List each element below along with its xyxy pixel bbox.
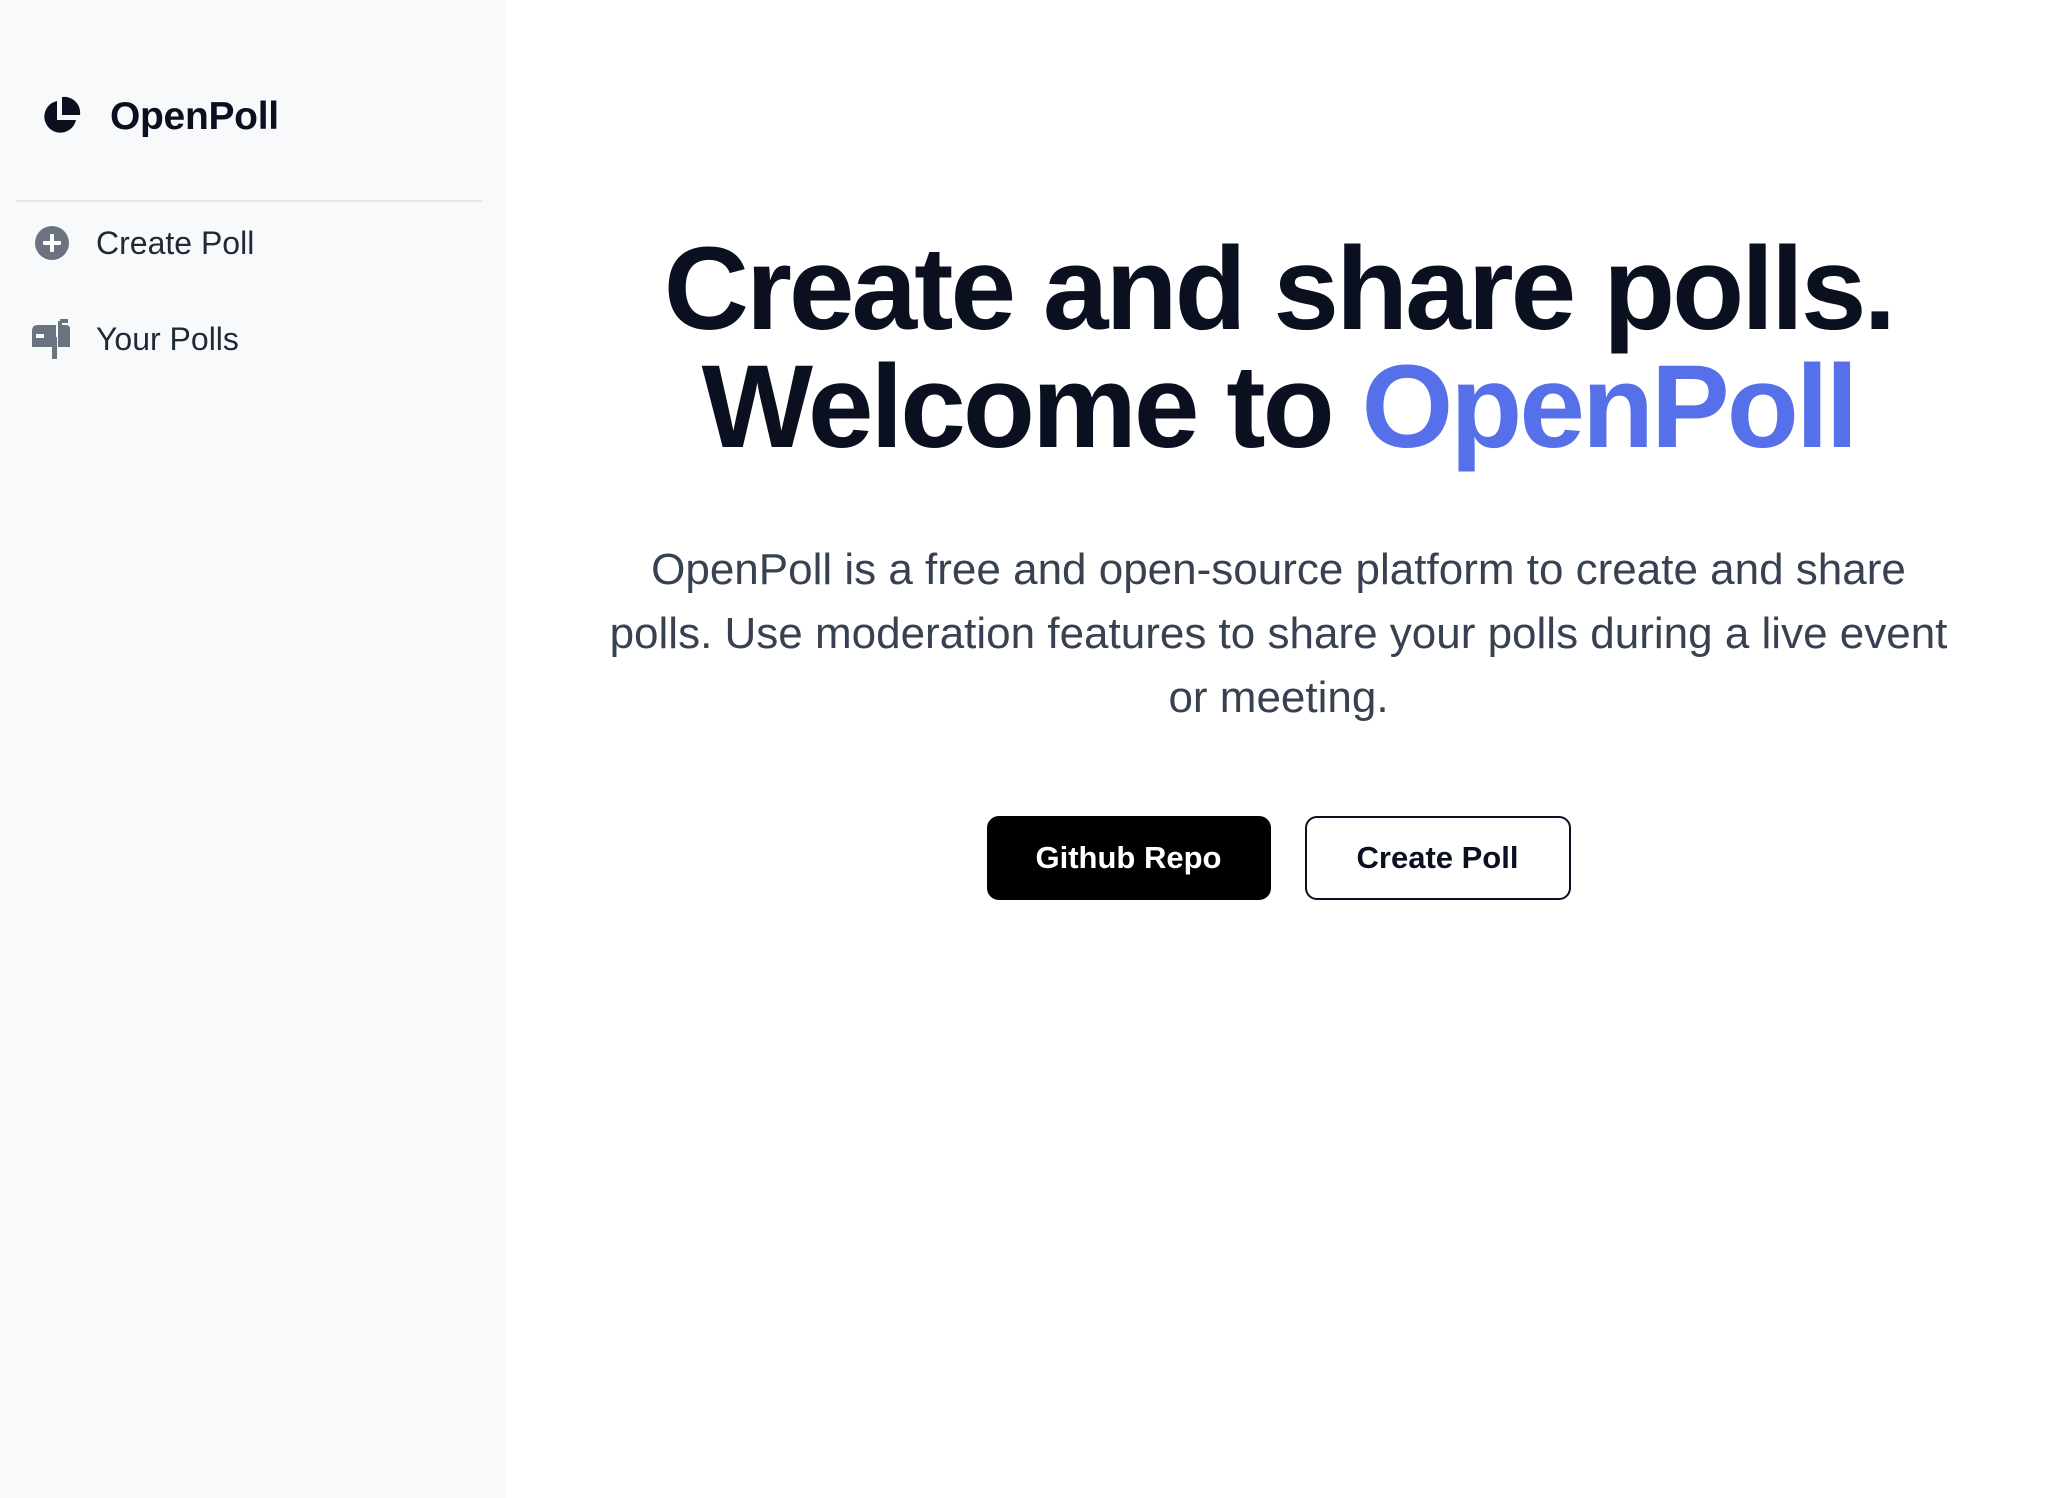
sidebar-item-label: Your Polls	[96, 320, 239, 357]
hero: Create and share polls. Welcome to OpenP…	[505, 230, 2052, 900]
create-poll-button[interactable]: Create Poll	[1304, 816, 1571, 900]
headline-line-1: Create and share polls.	[663, 223, 1896, 355]
sidebar: OpenPoll Create Poll Your Polls	[0, 0, 505, 1498]
headline-prefix: Welcome to	[701, 341, 1362, 473]
pie-chart-icon	[38, 95, 82, 139]
headline-line-2: Welcome to OpenPoll	[505, 348, 2052, 466]
github-repo-button[interactable]: Github Repo	[986, 816, 1271, 900]
sidebar-item-your-polls[interactable]: Your Polls	[30, 314, 239, 364]
sidebar-item-create-poll[interactable]: Create Poll	[30, 218, 254, 268]
mailbox-icon	[30, 317, 74, 361]
app-root: OpenPoll Create Poll Your Polls Create a…	[0, 0, 2052, 1498]
hero-actions: Github Repo Create Poll	[505, 816, 2052, 900]
headline-accent: OpenPoll	[1361, 341, 1858, 473]
plus-circle-icon	[30, 221, 74, 265]
headline: Create and share polls. Welcome to OpenP…	[505, 230, 2052, 466]
hero-subtitle: OpenPoll is a free and open-source platf…	[609, 545, 1948, 722]
sidebar-item-label: Create Poll	[96, 224, 255, 261]
main-content: Create and share polls. Welcome to OpenP…	[505, 0, 2052, 1498]
sidebar-divider	[16, 200, 482, 202]
brand[interactable]: OpenPoll	[38, 92, 279, 142]
brand-name: OpenPoll	[110, 95, 279, 138]
